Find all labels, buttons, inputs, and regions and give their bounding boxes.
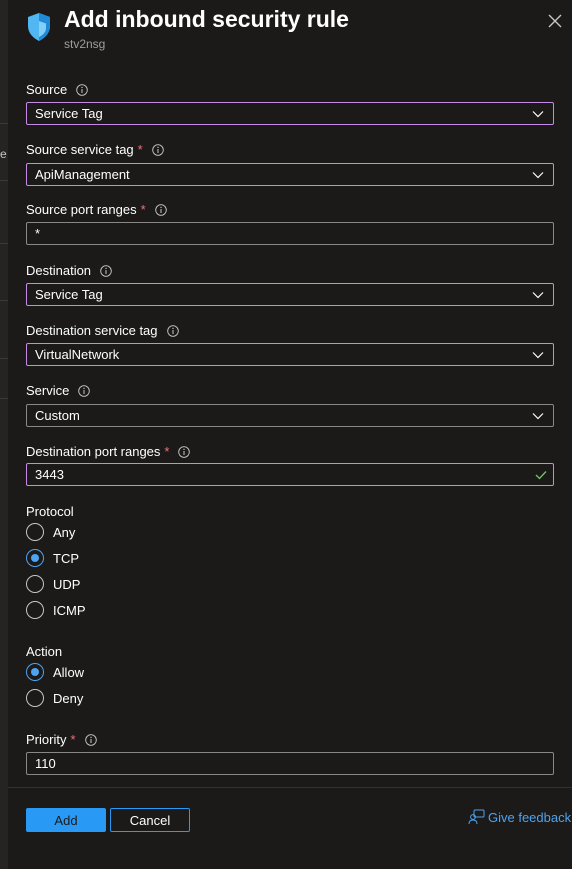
source-service-tag-label: Source service tag * [26,142,164,157]
chevron-down-icon [532,291,544,298]
radio-button-selected[interactable] [26,549,44,567]
source-label: Source [26,82,88,97]
destination-label: Destination [26,263,112,278]
shield-icon [28,13,50,41]
feedback-person-icon [468,809,485,825]
action-label: Action [26,644,63,659]
source-port-ranges-label: Source port ranges * [26,202,167,217]
chevron-down-icon [532,171,544,178]
required-marker: * [164,444,170,459]
destination-service-tag-dropdown[interactable]: VirtualNetwork [26,343,554,366]
destination-port-ranges-label: Destination port ranges * [26,444,191,459]
info-icon[interactable] [78,384,91,397]
background-divider [0,300,8,301]
radio-button[interactable] [26,689,44,707]
radio-button[interactable] [26,523,44,541]
action-option-allow[interactable]: Allow [26,663,84,681]
add-button[interactable]: Add [26,808,106,832]
info-icon[interactable] [76,83,88,96]
required-marker: * [70,732,76,747]
close-icon[interactable] [546,12,564,30]
protocol-option-any[interactable]: Any [26,523,75,541]
required-marker: * [140,202,146,217]
cancel-button[interactable]: Cancel [110,808,190,832]
source-dropdown[interactable]: Service Tag [26,102,554,125]
chevron-down-icon [532,351,544,358]
footer-divider [8,787,572,788]
give-feedback-link[interactable]: Give feedback [468,809,571,825]
priority-input[interactable]: 110 [26,752,554,775]
destination-port-ranges-input[interactable]: 3443 [26,463,554,486]
destination-service-tag-label: Destination service tag [26,323,179,338]
info-icon[interactable] [100,264,112,277]
background-divider [0,243,8,244]
required-marker: * [137,142,143,157]
source-port-ranges-input[interactable]: * [26,222,554,245]
action-option-deny[interactable]: Deny [26,689,83,707]
service-label: Service [26,383,91,398]
info-icon[interactable] [154,203,167,216]
info-icon[interactable] [178,445,191,458]
background-divider [0,398,8,399]
chevron-down-icon [532,412,544,419]
panel-title: Add inbound security rule [64,6,349,32]
background-blade: e [0,0,8,869]
protocol-option-icmp[interactable]: ICMP [26,601,86,619]
service-dropdown[interactable]: Custom [26,404,554,427]
radio-button[interactable] [26,601,44,619]
info-icon[interactable] [84,733,97,746]
background-divider [0,123,8,124]
background-divider [0,358,8,359]
protocol-option-udp[interactable]: UDP [26,575,80,593]
checkmark-icon [535,470,547,479]
background-divider [0,180,8,181]
priority-label: Priority * [26,732,97,747]
destination-dropdown[interactable]: Service Tag [26,283,554,306]
chevron-down-icon [532,110,544,117]
background-text: e [0,147,7,161]
info-icon[interactable] [166,324,179,337]
source-service-tag-dropdown[interactable]: ApiManagement [26,163,554,186]
protocol-label: Protocol [26,504,74,519]
radio-button[interactable] [26,575,44,593]
panel-subtitle: stv2nsg [64,37,106,51]
info-icon[interactable] [151,143,164,156]
radio-button-selected[interactable] [26,663,44,681]
add-inbound-rule-panel: Add inbound security rule stv2nsg Source… [8,0,572,869]
protocol-option-tcp[interactable]: TCP [26,549,79,567]
